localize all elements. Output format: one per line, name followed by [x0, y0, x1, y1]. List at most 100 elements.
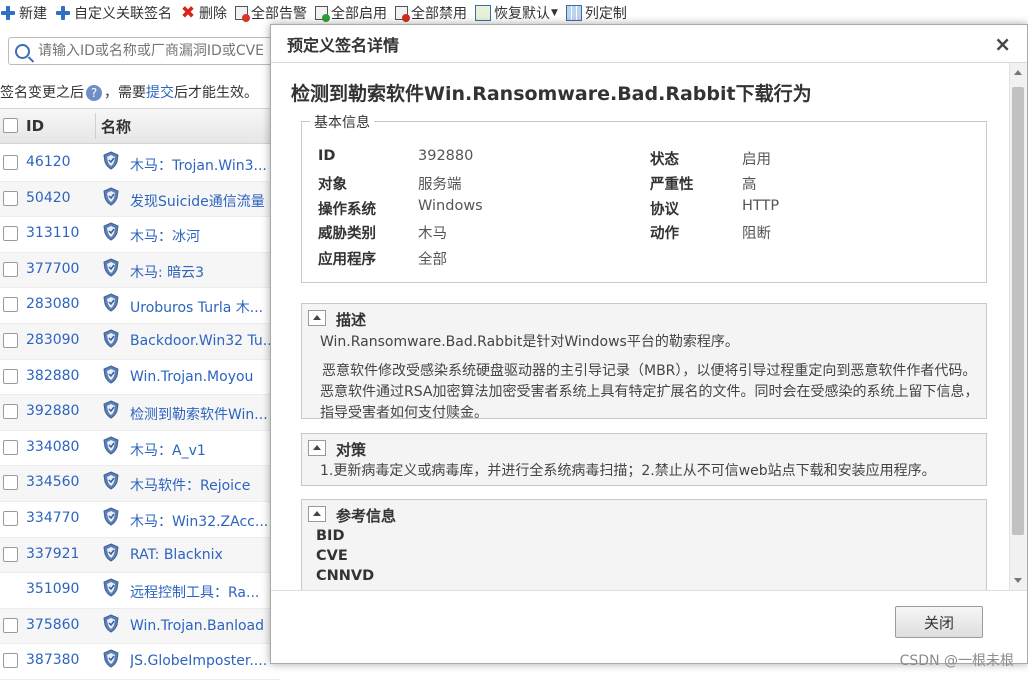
row-name[interactable]: Uroburos Turla 木... [130, 297, 275, 317]
collapse-toggle-icon[interactable] [308, 506, 326, 522]
column-header-name[interactable]: 名称 [101, 116, 131, 137]
row-name[interactable]: 木马：Win32.ZAcc... [130, 511, 275, 531]
search-box[interactable] [8, 37, 278, 65]
row-name[interactable]: Win.Trojan.Banload [130, 618, 275, 634]
collapse-toggle-icon[interactable] [308, 440, 326, 456]
table-row[interactable]: 50420 发现Suicide通信流量 [0, 181, 280, 218]
row-checkbox[interactable] [3, 297, 18, 313]
table-row[interactable]: 46120 木马：Trojan.Win3... [0, 146, 280, 182]
table-row[interactable]: 337921 RAT: Blacknix [0, 537, 280, 574]
row-id[interactable]: 337921 [26, 546, 79, 562]
shield-icon [103, 365, 119, 384]
row-checkbox[interactable] [3, 190, 18, 206]
enable-all-button[interactable]: 全部启用 [315, 3, 387, 23]
table-row[interactable]: 283090 Backdoor.Win32 Tu... [0, 323, 280, 360]
row-checkbox[interactable] [3, 226, 18, 242]
row-checkbox[interactable] [3, 475, 18, 491]
table-row[interactable]: 387380 JS.GlobeImposter.... [0, 644, 280, 680]
dialog-body[interactable]: 检测到勒索软件Win.Ransomware.Bad.Rabbit下载行为 基本信… [271, 63, 1027, 590]
shield-icon [103, 151, 119, 170]
collapse-toggle-icon[interactable] [308, 310, 326, 326]
search-input[interactable] [36, 42, 270, 60]
custom-associated-signature-button[interactable]: 自定义关联签名 [55, 3, 172, 23]
row-id[interactable]: 334560 [26, 474, 79, 490]
shield-icon [103, 578, 119, 597]
row-name[interactable]: Win.Trojan.Moyou [130, 369, 275, 385]
row-checkbox[interactable] [3, 155, 18, 170]
table-row[interactable]: 377700 木马: 暗云3 [0, 252, 280, 289]
help-icon[interactable]: ? [86, 85, 102, 101]
row-checkbox[interactable] [3, 439, 18, 455]
row-name[interactable]: 木马：冰河 [130, 226, 275, 246]
row-id[interactable]: 334770 [26, 510, 79, 526]
row-id[interactable]: 387380 [26, 652, 79, 668]
row-name[interactable]: 木马：A_v1 [130, 440, 275, 460]
row-name[interactable]: 远程控制工具：Ra... [130, 582, 275, 602]
row-checkbox[interactable] [3, 261, 18, 277]
row-id[interactable]: 283080 [26, 296, 79, 312]
row-id[interactable]: 392880 [26, 403, 79, 419]
row-checkbox[interactable] [3, 404, 18, 420]
table-row[interactable]: 334560 木马软件：Rejoice [0, 466, 280, 502]
table-row[interactable]: 375860 Win.Trojan.Banload [0, 608, 280, 645]
table-row[interactable]: 351090 远程控制工具：Ra... [0, 573, 280, 609]
shield-icon [103, 258, 119, 277]
close-icon[interactable]: × [994, 32, 1011, 56]
row-name[interactable]: 发现Suicide通信流量 [130, 191, 275, 211]
row-name[interactable]: 木马：Trojan.Win3... [130, 155, 275, 175]
row-checkbox[interactable] [3, 617, 18, 633]
description-section: 描述 Win.Ransomware.Bad.Rabbit是针对Windows平台… [301, 303, 987, 421]
row-name[interactable]: JS.GlobeImposter.... [130, 653, 275, 669]
row-id[interactable]: 377700 [26, 261, 79, 277]
table-row[interactable]: 392880 检测到勒索软件Win... [0, 395, 280, 431]
table-row[interactable]: 334770 木马：Win32.ZAcc... [0, 502, 280, 538]
row-id[interactable]: 351090 [26, 581, 79, 597]
select-all-checkbox[interactable] [3, 118, 18, 133]
row-name[interactable]: Backdoor.Win32 Tu... [130, 333, 275, 349]
alert-all-button[interactable]: 全部告警 [235, 3, 307, 23]
row-checkbox[interactable] [3, 368, 18, 384]
row-name[interactable]: 检测到勒索软件Win... [130, 404, 275, 424]
row-name[interactable]: 木马: 暗云3 [130, 262, 275, 282]
new-button[interactable]: 新建 [0, 3, 47, 23]
row-id[interactable]: 382880 [26, 368, 79, 384]
row-checkbox[interactable] [3, 653, 18, 669]
restore-default-button[interactable]: 恢复默认 ▼ [475, 3, 558, 23]
row-id[interactable]: 334080 [26, 439, 79, 455]
table-row[interactable]: 382880 Win.Trojan.Moyou [0, 360, 280, 396]
row-id[interactable]: 283090 [26, 332, 79, 348]
notice-prefix: 签名变更之后 [0, 85, 84, 101]
basic-info-fieldset: 基本信息 ID 392880 对象 服务端 操作系统 Windows 威胁类别 … [301, 112, 987, 283]
row-checkbox[interactable] [3, 546, 18, 562]
row-checkbox[interactable] [3, 510, 18, 526]
dialog-scrollbar[interactable] [1009, 63, 1027, 590]
enable-all-label: 全部启用 [331, 6, 387, 22]
shield-icon [103, 471, 119, 490]
row-checkbox[interactable] [3, 332, 18, 348]
row-id[interactable]: 46120 [26, 154, 71, 170]
row-name[interactable]: 木马软件：Rejoice [130, 475, 275, 495]
row-name[interactable]: RAT: Blacknix [130, 547, 275, 563]
disable-all-button[interactable]: 全部禁用 [395, 3, 467, 23]
shield-icon [103, 436, 119, 455]
countermeasure-title: 对策 [336, 441, 367, 459]
column-custom-button[interactable]: 列定制 [565, 3, 627, 23]
commit-link[interactable]: 提交 [146, 85, 174, 101]
alert-all-label: 全部告警 [251, 6, 307, 22]
table-row[interactable]: 313110 木马：冰河 [0, 217, 280, 253]
delete-button[interactable]: ✖ 删除 [180, 3, 227, 23]
row-id[interactable]: 375860 [26, 617, 79, 633]
scroll-thumb[interactable] [1012, 87, 1024, 535]
description-title: 描述 [336, 311, 367, 329]
table-row[interactable]: 334080 木马：A_v1 [0, 431, 280, 467]
close-button[interactable]: 关闭 [895, 606, 983, 638]
scroll-down-arrow-icon[interactable] [1014, 578, 1022, 583]
column-header-id[interactable]: ID [26, 117, 44, 135]
description-line1: Win.Ransomware.Bad.Rabbit是针对Windows平台的勒索… [320, 334, 739, 350]
row-id[interactable]: 50420 [26, 190, 71, 206]
row-id[interactable]: 313110 [26, 225, 79, 241]
plus-icon [0, 5, 16, 21]
column-separator[interactable] [95, 113, 96, 139]
scroll-up-arrow-icon[interactable] [1014, 70, 1022, 75]
table-row[interactable]: 283080 Uroburos Turla 木... [0, 288, 280, 324]
